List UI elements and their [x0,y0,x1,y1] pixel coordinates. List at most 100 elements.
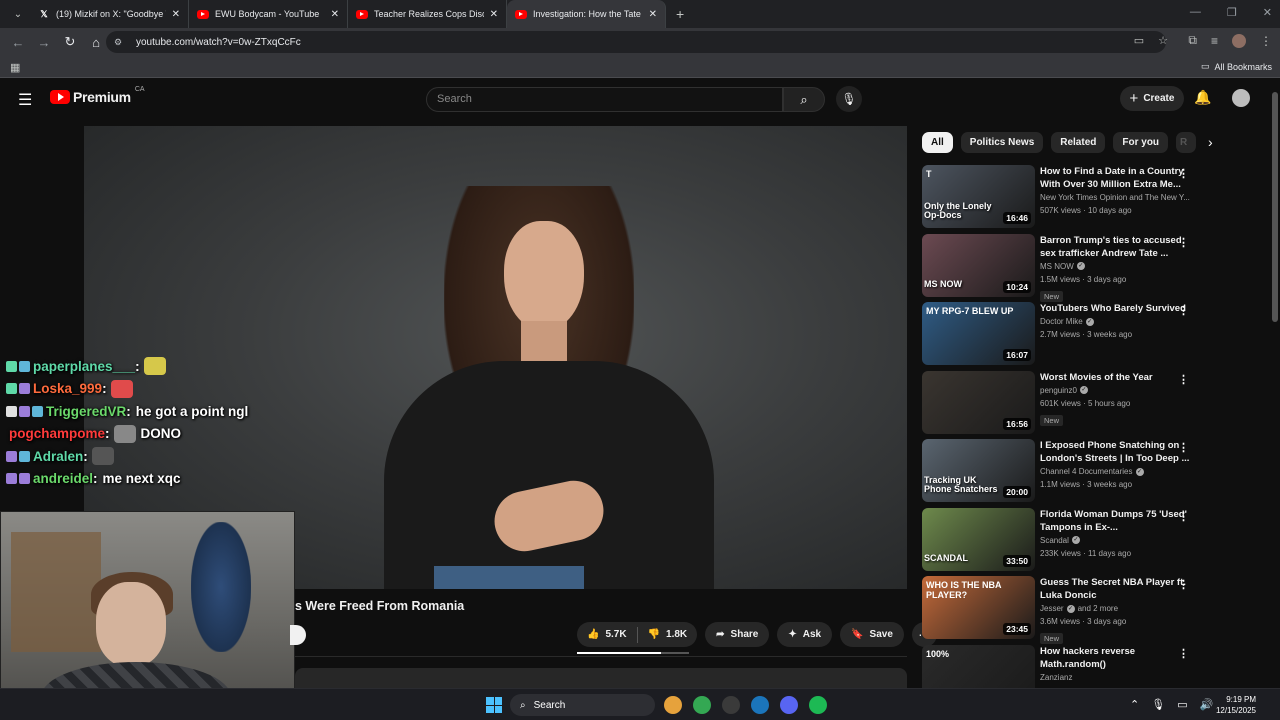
tab-close-icon[interactable]: ✕ [649,9,657,20]
channel-name[interactable]: Jesser [1040,604,1064,613]
video-thumbnail[interactable]: WHO IS THE NBA PLAYER? 23:45 [922,576,1035,639]
recommendation-item[interactable]: SCANDAL 33:50 Florida Woman Dumps 75 'Used… [922,507,1197,577]
channel-name[interactable]: Channel 4 Documentaries [1040,467,1133,476]
taskbar-app-icon[interactable] [809,696,827,714]
create-button[interactable]: + Create [1120,86,1184,111]
recommendation-title[interactable]: Florida Woman Dumps 75 'Used' Tampons in… [1040,508,1190,534]
windows-start-icon[interactable] [486,697,502,713]
browser-tab[interactable]: EWU Bodycam - YouTube ✕ [189,0,348,28]
browser-tab[interactable]: Teacher Realizes Cops Discove ✕ [348,0,507,28]
menu-icon[interactable]: ☰ [18,90,32,110]
tab-close-icon[interactable]: ✕ [490,9,498,20]
more-vertical-icon[interactable]: ⋮ [1178,373,1189,386]
recommendation-item[interactable]: Tracking UK Phone Snatchers 20:00 I Expose… [922,439,1197,508]
reload-icon[interactable]: ↻ [58,34,82,50]
taskbar-app-icon[interactable] [780,696,798,714]
recommendation-title[interactable]: How hackers reverse Math.random() [1040,645,1190,671]
profile-avatar[interactable] [1232,33,1246,48]
apps-grid-icon[interactable]: ▦ [10,61,20,74]
tab-close-icon[interactable]: ✕ [172,9,180,20]
like-button[interactable]: 👍 5.7K [577,629,637,640]
taskbar-clock[interactable]: 9:19 PM 12/15/2025 [1216,694,1256,716]
tab-close-icon[interactable]: ✕ [331,9,339,20]
cast-icon[interactable]: ▭ [1134,34,1144,47]
taskbar-app-icon[interactable] [751,696,769,714]
notifications-bell-icon[interactable]: 🔔 [1194,89,1211,106]
recommendation-item[interactable]: WHO IS THE NBA PLAYER? 23:45 Guess The Sec… [922,576,1197,645]
account-avatar[interactable] [1232,89,1250,107]
ask-button[interactable]: ✦ Ask [777,622,833,647]
more-vertical-icon[interactable]: ⋮ [1178,510,1189,523]
tab-search-icon[interactable]: ⌄ [6,4,30,24]
minimize-icon[interactable]: — [1190,6,1201,19]
scrollbar-thumb[interactable] [1272,92,1278,322]
share-button[interactable]: ➦ Share [705,622,770,647]
filter-chip[interactable]: All [922,131,953,153]
back-icon[interactable]: ← [6,35,30,50]
forward-icon[interactable]: → [32,35,56,50]
page-scrollbar[interactable] [1270,80,1280,690]
recommendation-title[interactable]: Barron Trump's ties to accused sex traff… [1040,234,1190,260]
filter-chip[interactable]: Politics News [960,131,1044,153]
home-icon[interactable]: ⌂ [84,35,108,50]
recommendation-item[interactable]: T Only the Lonely Op-Docs 16:46 How to Find… [922,165,1197,234]
more-vertical-icon[interactable]: ⋮ [1178,441,1189,454]
channel-name[interactable]: Doctor Mike [1040,317,1083,326]
youtube-logo[interactable]: Premium CA [50,86,145,105]
more-vertical-icon[interactable]: ⋮ [1178,236,1189,249]
network-icon[interactable]: ▭ [1177,698,1187,711]
channel-avatar[interactable] [290,625,306,645]
channel-name[interactable]: MS NOW [1040,262,1074,271]
description-box[interactable] [295,668,907,690]
chrome-menu-icon[interactable]: ⋮ [1260,34,1272,48]
channel-name[interactable]: New York Times Opinion and The New Y... [1040,193,1190,202]
search-button[interactable]: ⌕ [783,87,825,112]
recommendation-title[interactable]: Worst Movies of the Year [1040,371,1190,384]
more-vertical-icon[interactable]: ⋮ [1178,304,1189,317]
video-thumbnail[interactable]: Tracking UK Phone Snatchers 20:00 [922,439,1035,502]
filter-chip[interactable]: Related [1051,131,1106,153]
dislike-button[interactable]: 👎 1.8K [638,629,698,640]
filter-chip[interactable]: R [1176,131,1197,153]
recommendation-title[interactable]: YouTubers Who Barely Survived [1040,302,1190,315]
video-thumbnail[interactable]: T Only the Lonely Op-Docs 16:46 [922,165,1035,228]
channel-name[interactable]: penguinz0 [1040,386,1077,395]
recommendation-title[interactable]: Guess The Secret NBA Player ft. Luka Don… [1040,576,1190,602]
recommendation-item[interactable]: 16:56 Worst Movies of the Year penguinz0 ✓ 6… [922,370,1197,440]
video-thumbnail[interactable]: MS NOW 10:24 [922,233,1035,297]
video-thumbnail[interactable]: 16:56 [922,370,1035,434]
taskbar-app-icon[interactable] [664,696,682,714]
browser-tab[interactable]: 𝕏 (19) Mizkif on X: "Goodbye Twi ✕ [30,0,189,28]
site-info-icon[interactable]: ⚙ [114,37,128,48]
recommendation-item[interactable]: MS NOW 10:24 Barron Trump's ties to accuse… [922,233,1197,303]
video-thumbnail[interactable]: MY RPG-7 BLEW UP 16:07 [922,302,1035,365]
more-vertical-icon[interactable]: ⋮ [1178,578,1189,591]
filter-chip[interactable]: For you [1113,131,1169,153]
channel-name[interactable]: Zanzianz [1040,673,1072,682]
volume-icon[interactable]: 🔊 [1200,698,1214,711]
close-window-icon[interactable]: ✕ [1263,6,1272,19]
channel-name[interactable]: Scandal [1040,536,1069,545]
more-vertical-icon[interactable]: ⋮ [1178,647,1189,660]
recommendation-title[interactable]: How to Find a Date in a Country With Ove… [1040,165,1190,191]
search-input[interactable]: Search [426,87,783,112]
tray-mic-icon[interactable]: 🎙 [1151,698,1165,711]
more-vertical-icon[interactable]: ⋮ [1178,167,1189,180]
all-bookmarks-button[interactable]: ▭ All Bookmarks [1201,61,1272,72]
maximize-icon[interactable]: ❐ [1227,6,1237,19]
bookmark-star-icon[interactable]: ☆ [1158,34,1168,47]
save-button[interactable]: 🔖 Save [840,622,904,647]
voice-search-button[interactable]: 🎙 [836,86,862,112]
tray-chevron-icon[interactable]: ⌃ [1130,698,1139,711]
taskbar-search[interactable]: ⌕ Search [510,694,655,716]
recommendation-title[interactable]: I Exposed Phone Snatching on London's St… [1040,439,1190,465]
reading-list-icon[interactable]: ≡ [1211,34,1218,48]
taskbar-app-icon[interactable] [722,696,740,714]
address-bar[interactable]: ⚙ youtube.com/watch?v=0w-ZTxqCcFc [106,31,1166,53]
recommendation-item[interactable]: MY RPG-7 BLEW UP 16:07 YouTubers Who Barel… [922,302,1197,371]
chevron-right-icon[interactable]: › [1208,134,1213,150]
extensions-icon[interactable]: ⧉ [1188,33,1197,48]
new-tab-button[interactable]: + [676,6,684,22]
taskbar-app-icon[interactable] [693,696,711,714]
video-thumbnail[interactable]: SCANDAL 33:50 [922,507,1035,571]
